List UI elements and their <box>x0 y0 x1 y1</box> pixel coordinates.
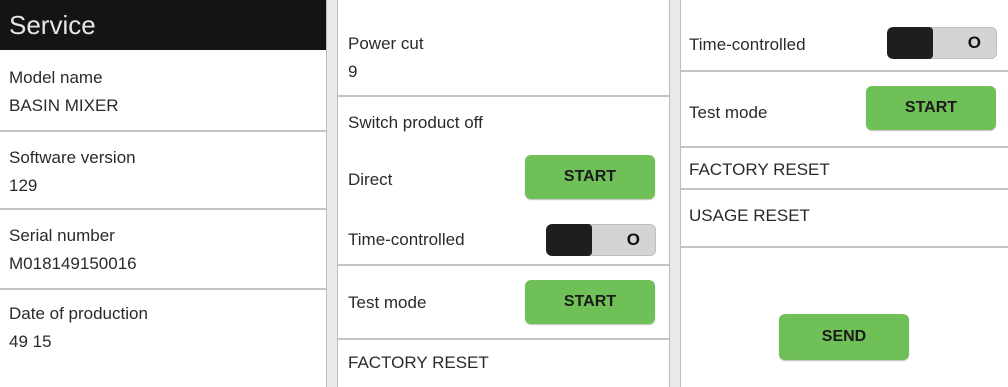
direct-label: Direct <box>348 170 393 189</box>
divider <box>681 146 1008 148</box>
time-controlled-label: Time-controlled <box>348 230 465 249</box>
divider <box>681 188 1008 190</box>
production-date-label: Date of production <box>9 304 148 323</box>
power-settings-screen: Power cut 9 Switch product off Direct ST… <box>337 0 670 387</box>
direct-start-button[interactable]: START <box>525 155 655 199</box>
divider <box>681 70 1008 72</box>
service-info-screen: Service Model name BASIN MIXER Software … <box>0 0 327 387</box>
serial-number-label: Serial number <box>9 226 115 245</box>
reset-screen: Time-controlled O Test mode START FACTOR… <box>680 0 1008 387</box>
toggle-knob <box>887 27 933 59</box>
send-button[interactable]: SEND <box>779 314 909 360</box>
power-cut-label: Power cut <box>348 34 424 53</box>
divider <box>338 338 669 340</box>
time-controlled-label: Time-controlled <box>689 35 806 54</box>
divider <box>681 246 1008 248</box>
divider <box>0 208 326 210</box>
divider <box>0 288 326 290</box>
page-title: Service <box>0 0 326 50</box>
divider <box>338 95 669 97</box>
time-controlled-toggle[interactable]: O <box>546 224 656 256</box>
usage-reset-item[interactable]: USAGE RESET <box>689 206 810 226</box>
production-date-value: 49 15 <box>9 332 52 351</box>
test-mode-start-button[interactable]: START <box>525 280 655 324</box>
toggle-knob <box>546 224 592 256</box>
test-mode-label: Test mode <box>689 103 768 122</box>
toggle-state-label: O <box>967 33 981 52</box>
power-cut-value: 9 <box>348 62 358 81</box>
serial-number-value: M018149150016 <box>9 254 137 273</box>
model-name-value: BASIN MIXER <box>9 96 119 115</box>
divider <box>338 264 669 266</box>
test-mode-start-button[interactable]: START <box>866 86 996 130</box>
divider <box>0 130 326 132</box>
factory-reset-item[interactable]: FACTORY RESET <box>689 160 830 180</box>
time-controlled-toggle[interactable]: O <box>887 27 997 59</box>
toggle-state-label: O <box>626 230 640 249</box>
software-version-value: 129 <box>9 176 38 195</box>
factory-reset-item[interactable]: FACTORY RESET <box>348 353 489 373</box>
model-name-label: Model name <box>9 68 103 87</box>
test-mode-label: Test mode <box>348 293 427 312</box>
switch-product-off-label: Switch product off <box>348 113 483 132</box>
software-version-label: Software version <box>9 148 136 167</box>
